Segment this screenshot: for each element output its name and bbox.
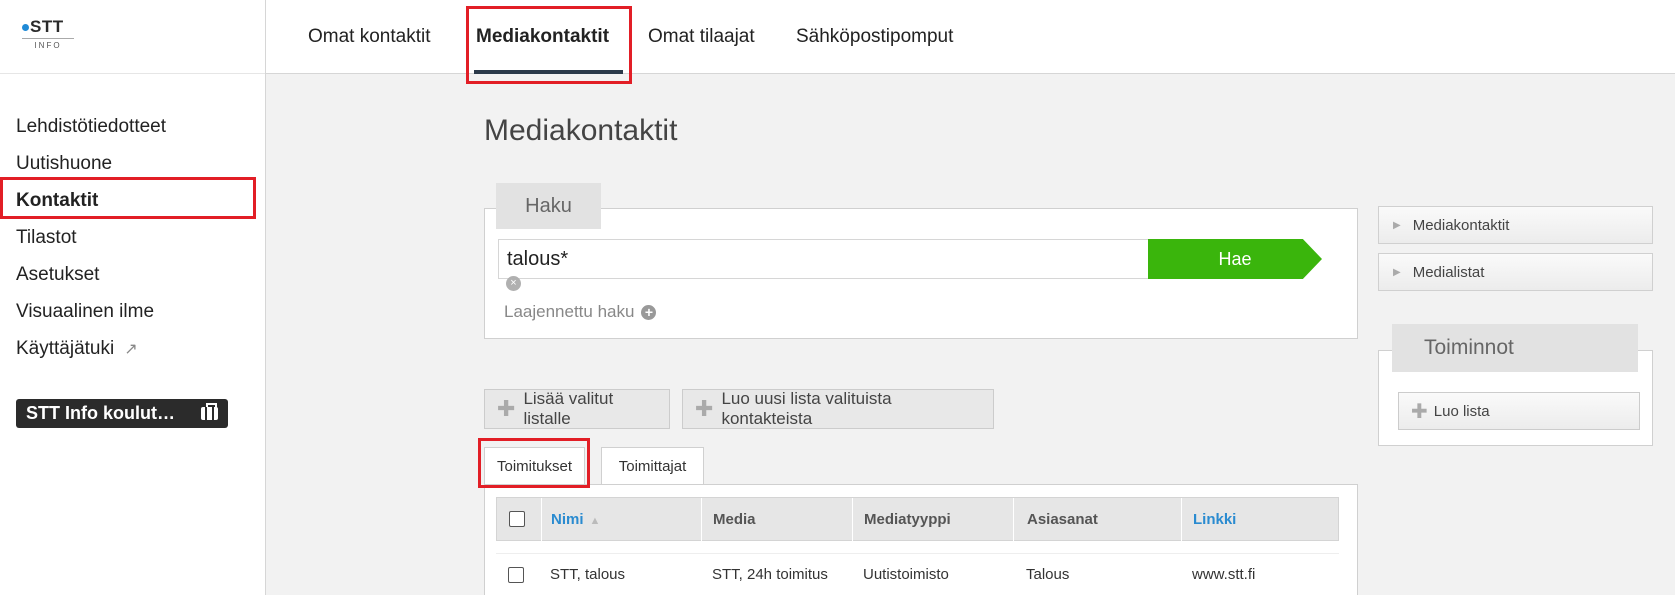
tab-sahkopostipomput[interactable]: Sähköpostipomput bbox=[796, 24, 953, 50]
sidebar-item-tilastot[interactable]: Tilastot bbox=[0, 219, 266, 256]
cell-linkki[interactable]: www.stt.fi bbox=[1192, 554, 1255, 595]
sidebar-item-label: Käyttäjätuki bbox=[16, 337, 115, 359]
highlight-box-toimitukset bbox=[478, 438, 590, 488]
logo-subtext: INFO bbox=[34, 41, 62, 50]
sidebar-item-label: Uutishuone bbox=[16, 152, 113, 174]
select-all-checkbox[interactable] bbox=[509, 511, 525, 527]
table-row[interactable]: STT, talous STT, 24h toimitus Uutistoimi… bbox=[496, 553, 1339, 595]
sidebar-item-kayttajatuki[interactable]: Käyttäjätuki ↗ bbox=[0, 330, 266, 367]
column-header-linkki[interactable]: Linkki bbox=[1193, 498, 1236, 542]
logo-dot-icon bbox=[22, 23, 29, 31]
add-selected-to-list-button[interactable]: ✚ Lisää valitut listalle bbox=[484, 389, 670, 429]
sort-ascending-icon: ▲ bbox=[589, 515, 601, 527]
highlight-box-kontaktit bbox=[0, 177, 256, 219]
cell-media: STT, 24h toimitus bbox=[712, 566, 828, 583]
advanced-search-link[interactable]: Laajennettu haku + bbox=[504, 302, 657, 322]
column-label: Nimi bbox=[551, 511, 584, 528]
tab-omat-kontaktit[interactable]: Omat kontaktit bbox=[308, 24, 431, 50]
plus-icon: ✚ bbox=[695, 396, 714, 421]
triangle-right-icon: ▶ bbox=[1393, 266, 1401, 278]
triangle-right-icon: ▶ bbox=[1393, 219, 1401, 231]
sidebar-nav: Lehdistötiedotteet Uutishuone Kontaktit … bbox=[0, 108, 266, 367]
sidebar-item-visuaalinen-ilme[interactable]: Visuaalinen ilme bbox=[0, 293, 266, 330]
table-header: Nimi ▲ Media Mediatyyppi Asiasanat Linkki bbox=[496, 497, 1339, 542]
side-link-medialistat[interactable]: ▶ Medialistat bbox=[1378, 253, 1653, 291]
plus-circle-icon: + bbox=[641, 304, 657, 320]
button-label: Luo uusi lista valituista kontakteista bbox=[721, 389, 892, 428]
sidebar-item-asetukset[interactable]: Asetukset bbox=[0, 256, 266, 293]
search-button[interactable]: Hae bbox=[1148, 239, 1322, 279]
sidebar-item-label: Visuaalinen ilme bbox=[16, 300, 155, 322]
cell-asiasanat: Talous bbox=[1026, 566, 1070, 583]
column-header-asiasanat[interactable]: Asiasanat bbox=[1027, 498, 1098, 542]
side-link-mediakontaktit[interactable]: ▶ Mediakontaktit bbox=[1378, 206, 1653, 244]
column-header-mediatyyppi[interactable]: Mediatyyppi bbox=[864, 498, 951, 542]
highlight-box-mediakontaktit-tab bbox=[466, 6, 632, 84]
stt-info-course-button[interactable]: STT Info koulut… bbox=[16, 399, 228, 428]
logo-text: STT bbox=[30, 17, 64, 36]
create-list-button[interactable]: ✚ Luo lista bbox=[1398, 392, 1640, 430]
side-link-label: Mediakontaktit bbox=[1412, 216, 1510, 234]
sidebar-item-label: Lehdistötiedotteet bbox=[16, 115, 167, 137]
page-title: Mediakontaktit bbox=[484, 114, 678, 147]
search-input[interactable]: talous* bbox=[498, 239, 1148, 279]
sidebar: STT INFO Lehdistötiedotteet Uutishuone K… bbox=[0, 0, 266, 595]
external-link-icon: ↗ bbox=[124, 340, 138, 358]
logo-area: STT INFO bbox=[0, 0, 265, 74]
course-button-label: STT Info koulut… bbox=[26, 403, 175, 423]
search-section-label: Haku bbox=[496, 183, 601, 229]
side-link-label: Medialistat bbox=[1412, 263, 1485, 281]
actions-panel-title: Toiminnot bbox=[1392, 324, 1638, 372]
create-list-from-selected-button[interactable]: ✚ Luo uusi lista valituista kontakteista bbox=[682, 389, 994, 429]
sidebar-item-lehdistotiedotteet[interactable]: Lehdistötiedotteet bbox=[0, 108, 266, 145]
column-header-media[interactable]: Media bbox=[713, 498, 756, 542]
plus-icon: ✚ bbox=[497, 396, 516, 421]
column-header-nimi[interactable]: Nimi ▲ bbox=[551, 498, 600, 542]
sidebar-item-label: Tilastot bbox=[16, 226, 77, 248]
plus-icon: ✚ bbox=[1411, 400, 1428, 423]
cell-nimi: STT, talous bbox=[550, 566, 626, 583]
button-label: Lisää valitut listalle bbox=[523, 389, 614, 428]
cell-mediatyyppi: Uutistoimisto bbox=[863, 566, 949, 583]
sidebar-item-label: Asetukset bbox=[16, 263, 100, 285]
row-checkbox[interactable] bbox=[508, 567, 524, 583]
stt-info-logo[interactable]: STT INFO bbox=[22, 18, 74, 50]
button-label: Luo lista bbox=[1433, 402, 1490, 420]
tab-omat-tilaajat[interactable]: Omat tilaajat bbox=[648, 24, 755, 50]
subtab-toimittajat[interactable]: Toimittajat bbox=[601, 447, 704, 485]
clear-search-icon[interactable]: × bbox=[506, 276, 521, 291]
briefcase-icon bbox=[201, 403, 218, 420]
advanced-search-label: Laajennettu haku bbox=[504, 302, 635, 321]
